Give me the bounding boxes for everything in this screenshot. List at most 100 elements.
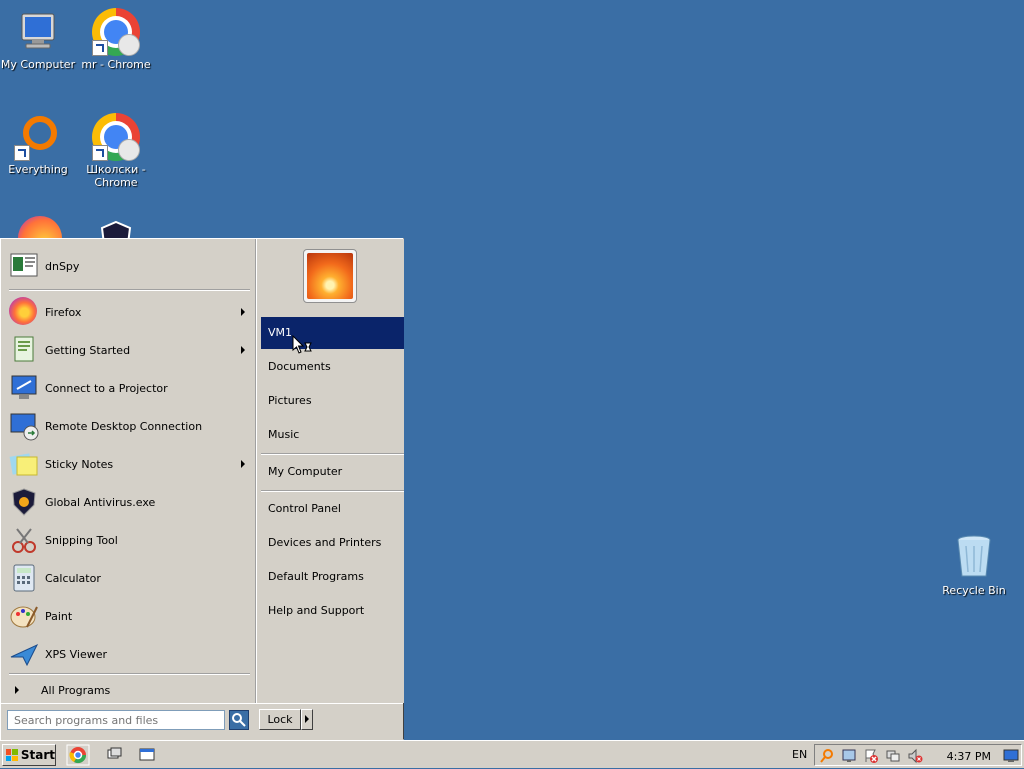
- show-desktop-monitor-icon[interactable]: [1003, 748, 1019, 764]
- firefox-desktop-icon-partial[interactable]: [18, 216, 62, 238]
- computer-icon: [14, 8, 62, 56]
- dnspy-icon: [9, 251, 39, 281]
- submenu-arrow-icon: [241, 308, 245, 316]
- start-menu-programs-pane: dnSpy Firefox Getting Started Connect to…: [3, 241, 254, 701]
- menu-item-snipping-tool[interactable]: Snipping Tool: [9, 523, 249, 557]
- taskbar-switch-windows-button[interactable]: [102, 744, 128, 766]
- desktop-icon-mr-chrome[interactable]: mr - Chrome: [76, 8, 156, 71]
- window-icon: [139, 748, 155, 761]
- desktop-icon-my-computer[interactable]: My Computer: [0, 8, 78, 71]
- menu-separator: [9, 673, 250, 675]
- right-item-pictures[interactable]: Pictures: [261, 385, 404, 417]
- xps-viewer-icon: [9, 639, 39, 669]
- magnifier-icon: [232, 713, 246, 727]
- clock[interactable]: 4:37 PM: [947, 750, 991, 763]
- system-tray: 4:37 PM: [814, 744, 1022, 766]
- right-item-devices-printers[interactable]: Devices and Printers: [261, 527, 404, 559]
- search-input[interactable]: [7, 710, 225, 730]
- taskbar: Start EN 4:37 PM: [0, 740, 1024, 768]
- right-item-label: Control Panel: [268, 502, 341, 515]
- right-item-label: Default Programs: [268, 570, 364, 583]
- taskbar-show-desktop-button[interactable]: [136, 744, 162, 766]
- menu-item-firefox[interactable]: Firefox: [9, 295, 249, 329]
- menu-item-connect-projector[interactable]: Connect to a Projector: [9, 371, 249, 405]
- menu-separator: [261, 453, 404, 455]
- desktop-icon-label: mr - Chrome: [81, 58, 151, 71]
- menu-item-label: Getting Started: [45, 343, 131, 357]
- desktop-icon-label: My Computer: [0, 58, 76, 71]
- menu-item-paint[interactable]: Paint: [9, 599, 249, 633]
- right-item-documents[interactable]: Documents: [261, 351, 404, 383]
- right-item-control-panel[interactable]: Control Panel: [261, 493, 404, 525]
- right-item-music[interactable]: Music: [261, 419, 404, 451]
- sticky-notes-icon: [9, 449, 39, 479]
- lock-label: Lock: [267, 713, 293, 726]
- language-indicator[interactable]: EN: [792, 748, 807, 761]
- network-icon[interactable]: [885, 748, 901, 764]
- shutdown-options-arrow[interactable]: [301, 709, 313, 730]
- right-item-label: Devices and Printers: [268, 536, 382, 549]
- menu-item-label: Snipping Tool: [45, 533, 118, 547]
- chrome-icon: [92, 8, 140, 56]
- desktop-icon-shkolski-chrome[interactable]: Школски - Chrome: [76, 113, 156, 189]
- getting-started-icon: [9, 335, 39, 365]
- chrome-icon: [66, 744, 90, 766]
- right-item-default-programs[interactable]: Default Programs: [261, 561, 404, 593]
- security-flag-icon[interactable]: [863, 748, 879, 764]
- menu-separator: [261, 490, 404, 492]
- right-item-user-folder[interactable]: VM1: [261, 317, 404, 349]
- menu-item-sticky-notes[interactable]: Sticky Notes: [9, 447, 249, 481]
- profile-avatar-icon: [118, 139, 140, 161]
- antivirus-shield-icon: [9, 487, 39, 517]
- desktop-icon-label: Школски - Chrome: [86, 163, 146, 189]
- right-item-label: Music: [268, 428, 300, 441]
- right-item-label: Documents: [268, 360, 331, 373]
- menu-item-label: Paint: [45, 609, 73, 623]
- right-item-my-computer[interactable]: My Computer: [261, 456, 404, 488]
- mouse-cursor-busy: [292, 334, 312, 357]
- start-button[interactable]: Start: [2, 744, 56, 766]
- menu-item-calculator[interactable]: Calculator: [9, 561, 249, 595]
- menu-item-dnspy[interactable]: dnSpy: [9, 249, 249, 283]
- windows-stack-icon: [107, 747, 122, 759]
- menu-item-label: Connect to a Projector: [45, 381, 168, 395]
- menu-item-global-antivirus[interactable]: Global Antivirus.exe: [9, 485, 249, 519]
- all-programs-button[interactable]: All Programs: [9, 679, 249, 701]
- everything-icon: [14, 113, 62, 161]
- menu-item-xps-viewer[interactable]: XPS Viewer: [9, 637, 249, 671]
- remote-desktop-icon: [9, 411, 39, 441]
- submenu-arrow-icon: [241, 346, 245, 354]
- submenu-arrow-icon: [241, 460, 245, 468]
- paint-icon: [9, 601, 39, 631]
- start-label: Start: [20, 748, 55, 762]
- flower-avatar-icon: [307, 253, 353, 299]
- search-magnifier-tray-icon[interactable]: [819, 748, 835, 764]
- start-menu: dnSpy Firefox Getting Started Connect to…: [0, 238, 404, 740]
- chrome-icon: [92, 113, 140, 161]
- menu-separator: [9, 289, 250, 291]
- desktop-icon-label: Everything: [8, 163, 68, 176]
- shortcut-arrow-icon: [14, 145, 30, 161]
- profile-avatar-icon: [118, 34, 140, 56]
- calculator-icon: [9, 563, 39, 593]
- right-item-help-support[interactable]: Help and Support: [261, 595, 404, 627]
- menu-item-label: Global Antivirus.exe: [45, 495, 156, 509]
- recycle-bin-label: Recycle Bin: [942, 584, 1006, 597]
- recycle-bin-icon: [950, 532, 998, 580]
- all-programs-arrow-icon: [15, 686, 19, 694]
- display-settings-icon[interactable]: [841, 748, 857, 764]
- menu-item-remote-desktop[interactable]: Remote Desktop Connection: [9, 409, 249, 443]
- desktop-icon-everything[interactable]: Everything: [0, 113, 78, 176]
- antivirus-desktop-icon-partial[interactable]: [98, 220, 134, 238]
- shortcut-arrow-icon: [92, 145, 108, 161]
- right-item-label: My Computer: [268, 465, 343, 478]
- taskbar-chrome-button[interactable]: [66, 744, 92, 766]
- volume-muted-icon[interactable]: [907, 748, 923, 764]
- lock-button[interactable]: Lock: [259, 709, 301, 730]
- user-account-picture[interactable]: [303, 249, 357, 303]
- search-button[interactable]: [229, 710, 249, 730]
- windows-logo-icon: [6, 749, 18, 761]
- menu-item-getting-started[interactable]: Getting Started: [9, 333, 249, 367]
- desktop-icon-recycle-bin[interactable]: Recycle Bin: [934, 532, 1014, 597]
- right-item-label: Pictures: [268, 394, 312, 407]
